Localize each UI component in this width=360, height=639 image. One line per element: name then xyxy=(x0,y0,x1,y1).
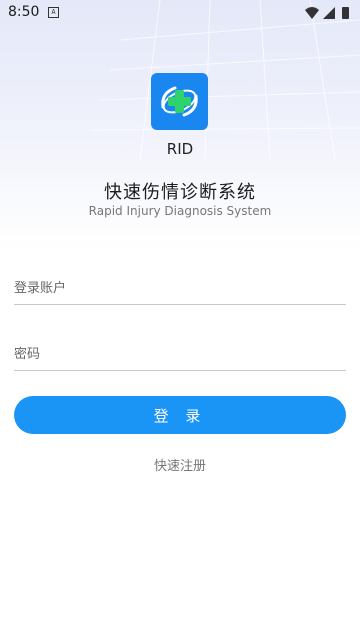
register-link[interactable]: 快速注册 xyxy=(0,455,360,474)
login-button[interactable]: 登 录 xyxy=(14,396,346,434)
status-time: 8:50 xyxy=(8,4,40,20)
notification-icon: A xyxy=(48,7,59,18)
password-input[interactable] xyxy=(14,338,346,370)
status-icons xyxy=(305,7,349,19)
medical-cross-logo-icon xyxy=(161,86,198,117)
wifi-icon xyxy=(305,7,319,19)
account-input[interactable] xyxy=(14,272,346,304)
page-title: 快速伤情诊断系统 xyxy=(104,182,256,203)
status-bar: 8:50 A xyxy=(0,0,360,26)
account-field xyxy=(14,272,346,305)
page-subtitle: Rapid Injury Diagnosis System xyxy=(88,204,272,218)
app-logo xyxy=(151,73,208,130)
password-field xyxy=(14,338,346,371)
battery-icon xyxy=(342,7,349,19)
app-short-name: RID xyxy=(166,140,194,158)
signal-icon xyxy=(323,7,335,19)
